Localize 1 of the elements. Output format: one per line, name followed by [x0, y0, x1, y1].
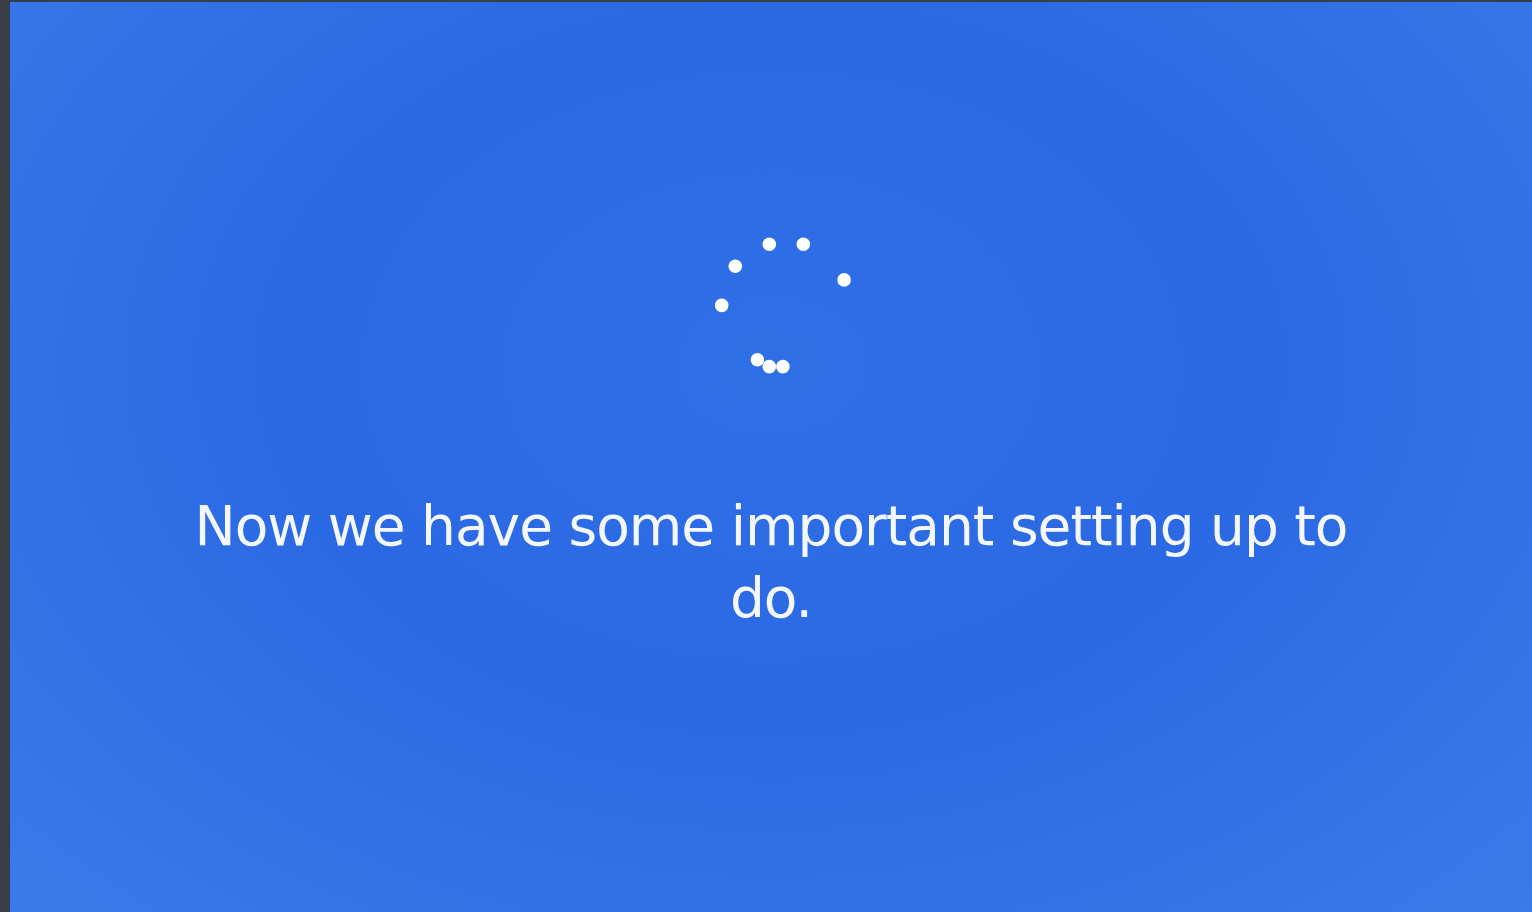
- setup-message: Now we have some important setting up to do.: [193, 493, 1349, 632]
